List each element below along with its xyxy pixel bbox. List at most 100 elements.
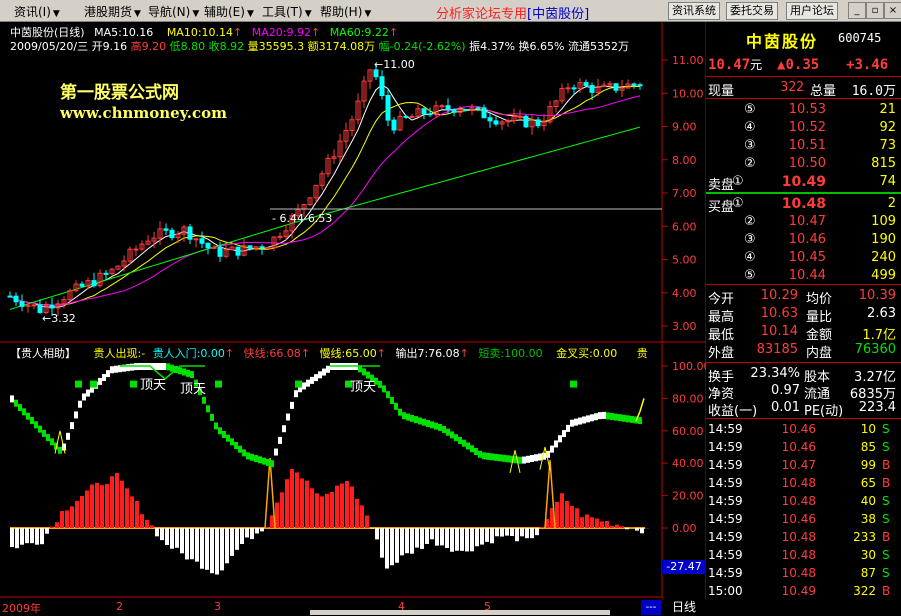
osc-block [102, 374, 106, 381]
info-system-button[interactable]: 资讯系统 [668, 2, 720, 20]
hist-bar-up [605, 521, 609, 528]
hist-bar-up [115, 473, 119, 528]
hist-bar-up [565, 501, 569, 528]
stat2-row: 净资0.97流通6835万 [706, 383, 901, 399]
price-axis-label: 11.00 [672, 54, 704, 67]
stat-row: 最低10.14金额1.7亿 [706, 324, 901, 340]
hist-bar-down [535, 528, 539, 535]
osc-block [526, 456, 530, 463]
bid-row[interactable]: ③10.46190 [706, 232, 901, 248]
ask-row[interactable]: ③10.5173 [706, 138, 901, 154]
osc-block [626, 415, 630, 422]
osc-block [66, 433, 70, 440]
signal-square [570, 381, 577, 388]
minimize-icon[interactable]: _ [848, 2, 866, 19]
osc-block [182, 369, 186, 376]
hist-bar-up [80, 496, 84, 528]
menu-help[interactable]: 帮助(H)▼ [320, 3, 371, 20]
trade-button[interactable]: 委托交易 [726, 2, 778, 20]
period-tab[interactable]: 日线 [662, 600, 706, 615]
osc-block [254, 455, 258, 462]
hist-bar-up [315, 493, 319, 528]
candle-body [584, 83, 588, 86]
menu-tools[interactable]: 工具(T)▼ [262, 3, 312, 20]
osc-block [362, 368, 366, 375]
ask-level: ② [744, 156, 756, 171]
current-vol: 322 [776, 80, 804, 95]
osc-block [226, 435, 230, 442]
osc-block [562, 430, 566, 437]
annot-high: ←11.00 [374, 58, 415, 71]
ind-label-1: 顶天 [140, 374, 166, 393]
hist-bar-up [595, 519, 599, 528]
bid-vol: 190 [846, 232, 896, 247]
bid-level: ③ [744, 232, 756, 247]
osc-block [422, 419, 426, 426]
hist-bar-down [530, 528, 534, 538]
hist-bar-down [470, 528, 474, 551]
bid-row[interactable]: ⑤10.44499 [706, 268, 901, 284]
tick-time: 14:59 [708, 494, 743, 508]
osc-block [126, 364, 130, 371]
osc-block [42, 430, 46, 437]
osc-block [278, 437, 282, 444]
menu-navigate[interactable]: 导航(N)▼ [148, 3, 199, 20]
bid-vol: 240 [846, 250, 896, 265]
menu-info[interactable]: 资讯(I)▼ [14, 3, 60, 20]
price-axis-label: 3.00 [672, 320, 697, 333]
ind-axis-label: 80.00 [672, 392, 704, 405]
window-title: 分析家论坛专用[中茵股份] [436, 3, 589, 22]
hist-bar-down [260, 528, 264, 531]
ask-row[interactable]: 卖盘①10.4974 [706, 174, 901, 190]
menu-assist[interactable]: 辅助(E)▼ [204, 3, 254, 20]
osc-block [242, 449, 246, 456]
candle-body [476, 108, 480, 109]
ask-row[interactable]: ⑤10.5321 [706, 102, 901, 118]
restore-icon[interactable]: ▫ [866, 2, 884, 19]
forum-button[interactable]: 用户论坛 [786, 2, 838, 20]
stat-row: 最高10.63量比2.63 [706, 306, 901, 322]
menu-bar: 资讯(I)▼ 港股期货▼ 导航(N)▼ 辅助(E)▼ 工具(T)▼ 帮助(H)▼… [0, 0, 901, 22]
tick-time: 14:59 [708, 566, 743, 580]
candle-body [632, 84, 636, 85]
candle-body [218, 247, 222, 256]
hist-bar-down [455, 528, 459, 551]
ind-short: 短卖:100.00 [478, 347, 542, 360]
osc-block [414, 416, 418, 423]
horizontal-scrollbar[interactable] [310, 610, 610, 615]
osc-block [378, 381, 382, 388]
tick-time: 14:59 [708, 458, 743, 472]
candle-body [380, 77, 384, 96]
osc-block [70, 422, 74, 429]
bid-row[interactable]: ②10.47109 [706, 214, 901, 230]
stat-label: 内盘 [806, 342, 832, 361]
hist-bar-down [240, 528, 244, 544]
candle-body [134, 249, 138, 250]
hist-bar-down [245, 528, 249, 537]
osc-block [110, 366, 114, 373]
osc-block [206, 405, 210, 412]
bid-row[interactable]: ④10.45240 [706, 250, 901, 266]
hist-bar-up [350, 486, 354, 528]
hist-bar-up [90, 485, 94, 528]
osc-block [570, 420, 574, 427]
candle-body [440, 106, 444, 107]
menu-hk-futures[interactable]: 港股期货▼ [84, 3, 141, 20]
ask-vol: 815 [846, 156, 896, 171]
ask-price: 10.53 [776, 102, 826, 117]
hist-bar-down [465, 528, 469, 551]
osc-block [638, 417, 642, 424]
candle-body [488, 118, 492, 121]
osc-block [258, 456, 262, 463]
ask-row[interactable]: ④10.5292 [706, 120, 901, 136]
close-icon[interactable]: × [884, 2, 901, 19]
hist-bar-down [500, 528, 504, 537]
candle-body [536, 120, 540, 126]
tick-price: 10.49 [764, 584, 816, 598]
osc-block [106, 370, 110, 377]
osc-block [246, 452, 250, 459]
ask-row[interactable]: ②10.50815 [706, 156, 901, 172]
osc-block [318, 371, 322, 378]
osc-block [406, 414, 410, 421]
bid-row[interactable]: 买盘①10.482 [706, 196, 901, 212]
